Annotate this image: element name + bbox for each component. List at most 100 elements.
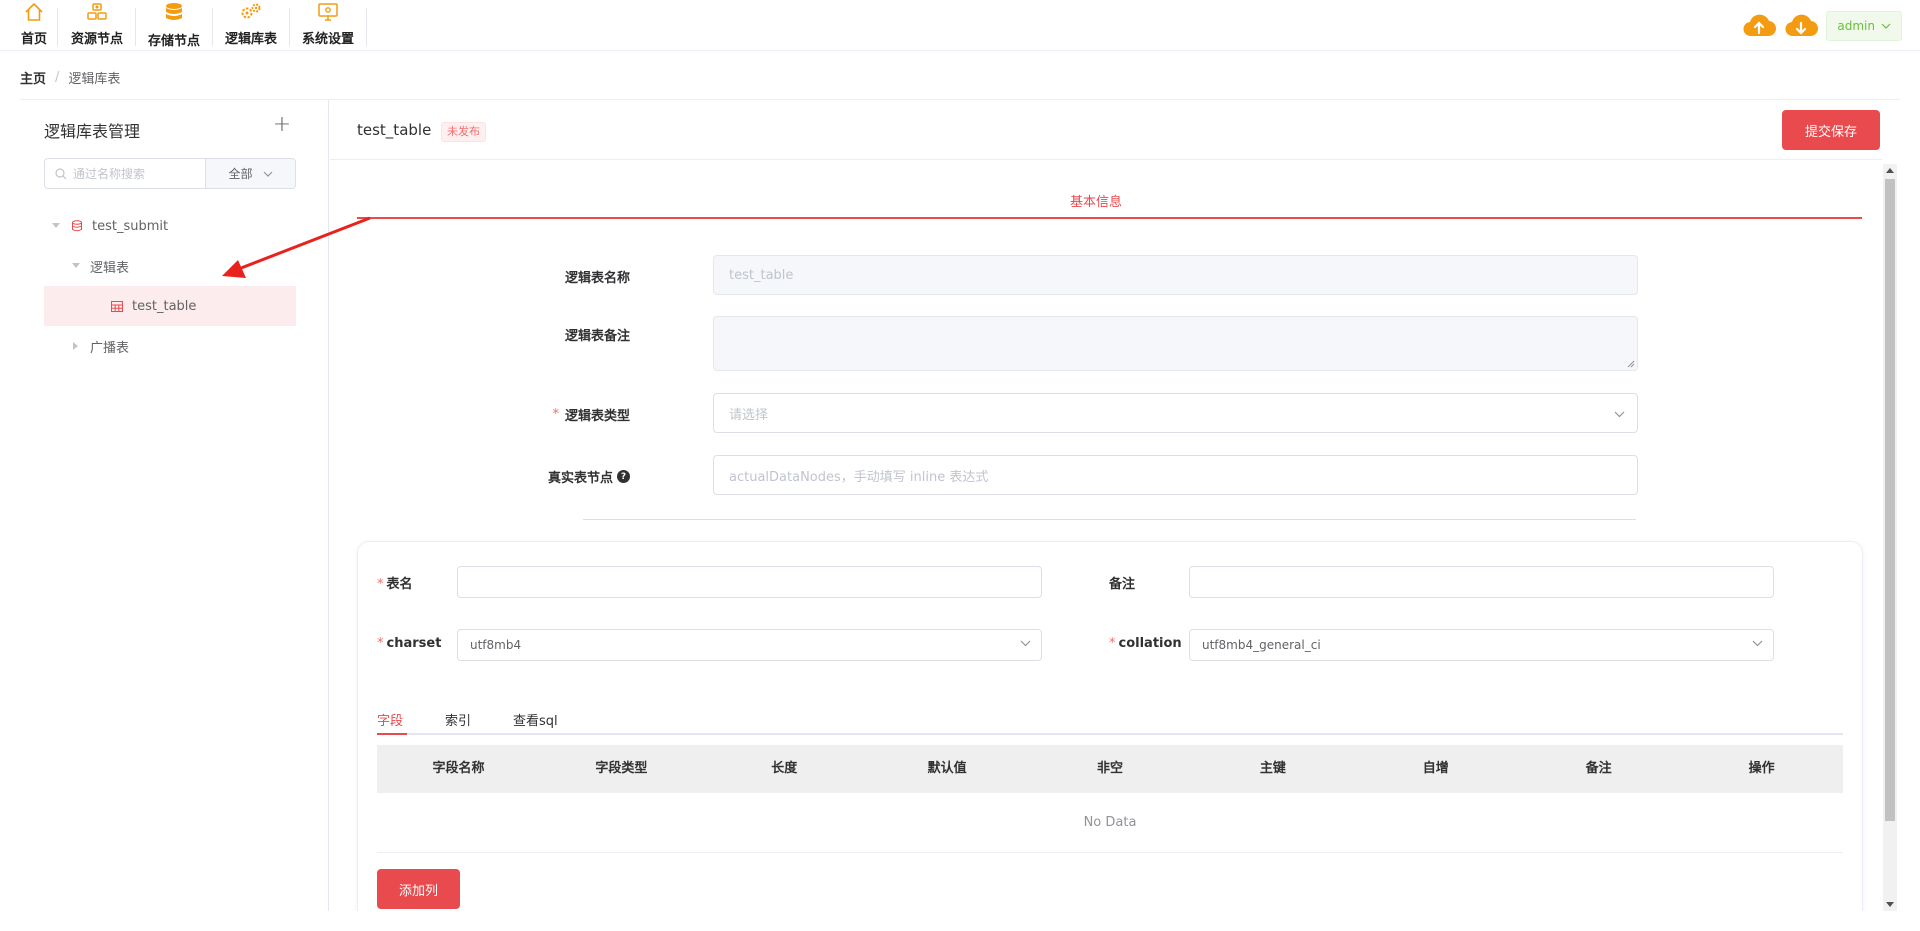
nav-separator — [289, 8, 290, 46]
tree-label-selected-table: test_table — [132, 298, 197, 314]
physical-table-card: * 表名 备注 * charset utf8mb4 * collation utf8m… — [357, 541, 1863, 911]
tab-fields[interactable]: 字段 — [377, 710, 403, 729]
scroll-down-arrow-icon[interactable] — [1886, 902, 1894, 907]
charset-select[interactable]: utf8mb4 — [457, 629, 1042, 661]
vertical-scrollbar[interactable] — [1883, 164, 1897, 911]
active-tab-indicator — [377, 733, 407, 735]
nav-separator — [57, 8, 58, 46]
status-badge: 未发布 — [441, 122, 486, 142]
search-icon — [55, 167, 67, 179]
tree-label-database: test_submit — [92, 218, 169, 234]
collation-value: utf8mb4_general_ci — [1202, 638, 1321, 652]
nav-separator — [366, 8, 367, 46]
table-empty-text: No Data — [377, 793, 1843, 853]
resize-handle-icon — [1627, 360, 1635, 368]
table-name-field: test_table — [713, 255, 1638, 295]
collation-select[interactable]: utf8mb4_general_ci — [1189, 629, 1774, 661]
add-column-button[interactable]: 添加列 — [377, 869, 460, 909]
field-tabs: 字段 索引 查看sql — [377, 702, 1843, 735]
scrollbar-thumb[interactable] — [1885, 179, 1895, 821]
form-label-nodes: 真实表节点? — [548, 467, 630, 486]
cloud-upload-icon[interactable] — [1742, 13, 1777, 39]
filter-value: 全部 — [228, 167, 253, 181]
charset-value: utf8mb4 — [470, 638, 522, 652]
nav-storage-nodes[interactable]: 存储节点 — [143, 0, 205, 49]
filter-select[interactable]: 全部 — [206, 159, 295, 188]
table-tree: test_submit 逻辑表 test_table 广播表 — [44, 206, 296, 366]
column-header: 主键 — [1259, 761, 1286, 776]
breadcrumb-home[interactable]: 主页 — [20, 68, 46, 87]
card-label-collation: * collation — [1109, 636, 1182, 651]
tab-view-sql[interactable]: 查看sql — [513, 710, 558, 729]
form-label-type: * 逻辑表类型 — [552, 405, 630, 424]
table-type-select[interactable]: 请选择 — [713, 393, 1638, 433]
sidebar: 逻辑库表管理 + 全部 test_submit 逻辑表 test_table — [20, 100, 329, 911]
table-icon — [110, 299, 124, 313]
tab-indexes[interactable]: 索引 — [445, 710, 471, 729]
caret-right-icon[interactable] — [68, 338, 84, 354]
top-navigation: 首页 资源节点 存储节点 逻辑库表 系统设置 admin — [0, 0, 1920, 51]
actual-data-nodes-input[interactable]: actualDataNodes，手动填写 inline 表达式 — [713, 455, 1638, 495]
scroll-up-arrow-icon[interactable] — [1886, 168, 1894, 173]
help-icon[interactable]: ? — [617, 470, 630, 483]
submit-save-button[interactable]: 提交保存 — [1782, 110, 1880, 150]
card-label-remark: 备注 — [1109, 577, 1136, 592]
monitor-settings-icon — [316, 2, 340, 22]
column-header: 长度 — [771, 761, 798, 776]
add-icon[interactable]: + — [271, 114, 293, 137]
tree-label-logical-group: 逻辑表 — [90, 260, 130, 276]
card-label-charset-text: charset — [386, 636, 442, 651]
card-label-name-text: 表名 — [386, 577, 413, 592]
table-remark-textarea[interactable] — [713, 316, 1638, 371]
sidebar-title: 逻辑库表管理 — [44, 122, 141, 141]
breadcrumb-current: 逻辑库表 — [68, 72, 121, 87]
form-row-nodes: 真实表节点? actualDataNodes，手动填写 inline 表达式 — [330, 455, 1730, 495]
main-panel: test_table 未发布 提交保存 基本信息 逻辑表名称 test_tabl… — [330, 100, 1900, 911]
user-menu-button[interactable]: admin — [1826, 11, 1902, 41]
nav-separator — [135, 8, 136, 46]
card-label-collation-text: collation — [1118, 636, 1182, 651]
nav-logical-tables[interactable]: 逻辑库表 — [220, 0, 282, 47]
form-label-nodes-text: 真实表节点 — [547, 471, 613, 486]
form-row-type: * 逻辑表类型 请选择 — [330, 393, 1730, 433]
chevron-down-icon — [1881, 23, 1891, 29]
main-header: test_table 未发布 提交保存 — [330, 100, 1882, 160]
nav-home[interactable]: 首页 — [18, 0, 50, 47]
caret-down-icon[interactable] — [68, 258, 84, 274]
chevron-down-icon — [1614, 411, 1625, 418]
required-mark: * — [1109, 636, 1116, 651]
card-label-name: * 表名 — [377, 573, 413, 592]
nav-label-home: 首页 — [20, 32, 47, 47]
tree-node-logical-group[interactable]: 逻辑表 — [44, 246, 296, 286]
table-type-placeholder: 请选择 — [729, 407, 769, 423]
tree-node-selected-table[interactable]: test_table — [44, 286, 296, 326]
search-input[interactable] — [73, 166, 203, 181]
sidebar-search: 全部 — [44, 158, 296, 189]
form-divider — [583, 519, 1636, 520]
chevron-down-icon — [263, 171, 272, 177]
table-name-input[interactable] — [457, 566, 1042, 598]
nav-system-settings[interactable]: 系统设置 — [297, 0, 359, 47]
nav-resource-nodes[interactable]: 资源节点 — [66, 0, 128, 47]
form-label-type-text: 逻辑表类型 — [564, 409, 630, 424]
column-header: 操作 — [1748, 761, 1775, 776]
form-label-name: 逻辑表名称 — [564, 271, 630, 286]
search-input-wrapper — [45, 159, 206, 188]
section-title-basic[interactable]: 基本信息 — [330, 191, 1862, 210]
table-remark-input[interactable] — [1189, 566, 1774, 598]
gears-icon — [239, 2, 263, 22]
tree-node-broadcast-group[interactable]: 广播表 — [44, 326, 296, 366]
caret-down-icon[interactable] — [48, 218, 64, 234]
user-name: admin — [1837, 19, 1875, 33]
form-label-remark: 逻辑表备注 — [564, 329, 630, 344]
required-mark: * — [552, 407, 559, 422]
cloud-download-icon[interactable] — [1784, 13, 1819, 39]
column-header: 字段名称 — [432, 761, 485, 776]
column-header: 备注 — [1585, 761, 1612, 776]
column-header: 字段类型 — [595, 761, 648, 776]
tree-node-database[interactable]: test_submit — [44, 206, 296, 246]
actual-data-nodes-placeholder: actualDataNodes，手动填写 inline 表达式 — [729, 469, 989, 485]
chevron-down-icon — [1752, 640, 1763, 647]
required-mark: * — [377, 577, 384, 592]
form-row-remark: 逻辑表备注 — [330, 316, 1730, 371]
